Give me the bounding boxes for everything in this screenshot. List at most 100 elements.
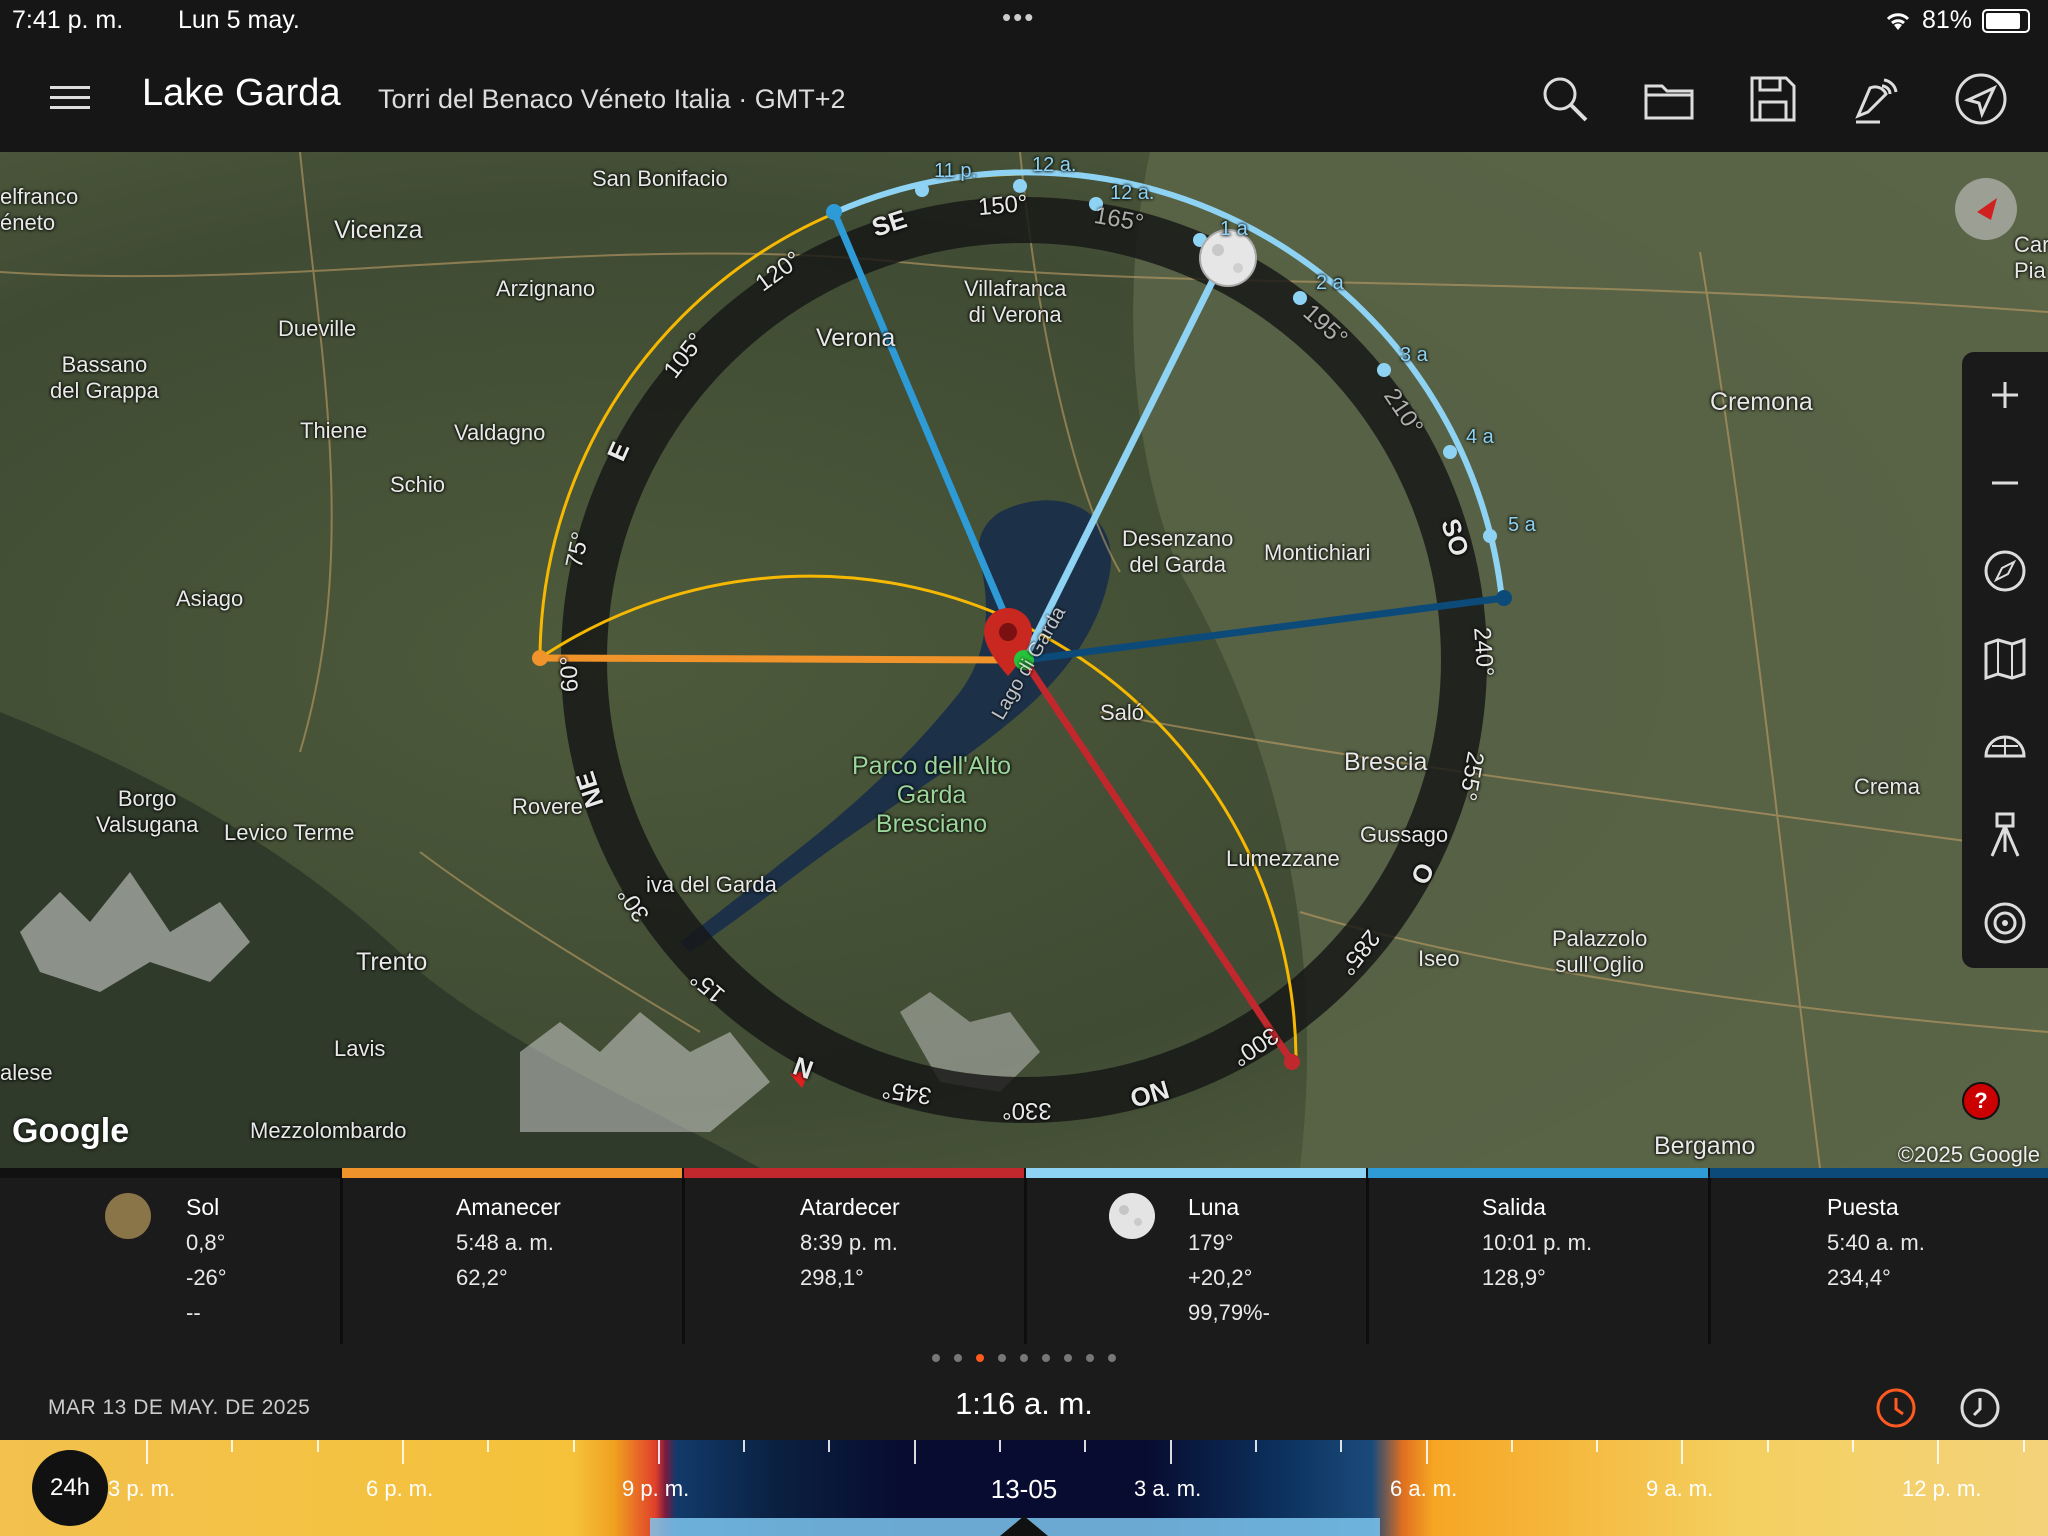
pager-dot[interactable] [1108,1354,1116,1362]
timeline-hour-label: 12 p. m. [1902,1476,1982,1501]
timeline-hour-label: 6 p. m. [366,1476,434,1501]
panel-pager[interactable] [0,1354,2048,1362]
timeline-tick [1766,1440,1769,1452]
info-strip [342,1168,682,1178]
moon-hour-label: 2 a [1316,272,1344,294]
info-value: 179° [1188,1230,1234,1255]
pager-dot[interactable] [1042,1354,1050,1362]
map-label: iva del Garda [646,872,777,897]
timeline-tick [146,1440,148,1464]
map-label: elfranco éneto [0,184,79,235]
info-strip [0,1168,340,1178]
map-label: Saló [1100,700,1145,725]
north-compass-button[interactable] [1955,178,2017,240]
timeline-tick [1254,1440,1257,1452]
info-sunset[interactable]: Atardecer 8:39 p. m. 298,1° [684,1168,1027,1344]
pager-dot[interactable] [1020,1354,1028,1362]
pager-dot[interactable] [1086,1354,1094,1362]
pager-dot[interactable] [998,1354,1006,1362]
moon-hour-label: 5 a [1508,514,1536,536]
battery-icon [1982,8,2030,33]
zoom-in-icon[interactable] [1962,352,2048,438]
help-button[interactable]: ? [1962,1082,2000,1120]
timeline-cursor-icon[interactable] [1000,1516,1048,1536]
timeline-tick [401,1440,404,1464]
status-date: Lun 5 may. [178,6,300,34]
timeline-hour-label: 9 p. m. [622,1476,690,1501]
satellite-map[interactable]: San Bonifacio Vicenza Arzignano Dueville… [0,152,2048,1168]
clock-icon[interactable] [1958,1386,2002,1430]
timeline-tick [231,1440,234,1452]
timeline-tick [2022,1440,2025,1452]
map-label: Trento [356,948,428,976]
pager-dot[interactable] [1064,1354,1072,1362]
target-icon[interactable] [1962,880,2048,966]
moon-hour-label: 3 a [1400,344,1428,366]
app-header: Lake Garda Torri del Benaco Véneto Itali… [0,44,2048,152]
wifi-icon [1886,12,1910,30]
navigate-icon[interactable] [1954,72,2008,126]
info-strip [1368,1168,1708,1178]
moon-icon [1109,1193,1155,1239]
info-moonrise[interactable]: Salida 10:01 p. m. 128,9° [1368,1168,1711,1344]
google-logo: Google [12,1112,130,1150]
multitask-dots[interactable]: ••• [1002,2,1035,33]
timeline-tick [828,1440,831,1452]
map-label: San Bonifacio [592,166,728,191]
info-sunrise[interactable]: Amanecer 5:48 a. m. 62,2° [342,1168,685,1344]
map-label: Montichiari [1264,540,1371,565]
map-label: alese [0,1060,53,1085]
park-label: Parco dell'Alto Garda Bresciano [852,752,1012,838]
globe-grid-icon[interactable] [1962,704,2048,790]
timeline-tick [999,1440,1001,1452]
compass-icon[interactable] [1962,528,2048,614]
moon-hour-label: 12 a. [1110,182,1155,204]
map-label: Valdagno [454,420,546,445]
timeline-tick [1425,1440,1428,1464]
timeline-tick [1169,1440,1172,1464]
map-label: Thiene [300,418,368,443]
search-icon[interactable] [1538,72,1592,126]
info-strip [684,1168,1024,1178]
tripod-icon[interactable] [1962,792,2048,878]
status-time: 7:41 p. m. [12,6,124,34]
map-label: Lumezzane [1226,846,1340,871]
timeline-tick [657,1440,660,1464]
time-slider[interactable]: 24h 13-05 3 p. m. 6 p. m. 9 p. m. 3 a. m… [0,1440,2048,1536]
status-bar: 7:41 p. m. Lun 5 may. ••• 81% [0,0,2048,44]
moon-hour-label: 12 a. [1032,154,1077,176]
zoom-out-icon[interactable] [1962,440,2048,526]
location-title[interactable]: Lake Garda [142,72,341,115]
map-label: Asiago [176,586,244,611]
moon-hour-label: 1 a [1220,218,1248,240]
compass-needle-icon [1977,198,1997,220]
pager-dot[interactable] [976,1354,984,1362]
info-value: -- [186,1300,201,1325]
info-moonset[interactable]: Puesta 5:40 a. m. 234,4° [1710,1168,2048,1344]
info-moon[interactable]: Luna 179° +20,2° 99,79%- [1026,1168,1369,1344]
map-tools-sidebar [1962,352,2048,968]
map-label: Verona [816,324,896,352]
info-value: 298,1° [800,1265,864,1290]
pager-dot[interactable] [954,1354,962,1362]
moon-hour-label: 11 p. [934,160,977,182]
folder-icon[interactable] [1642,72,1696,126]
selected-time[interactable]: 1:16 a. m. [0,1386,2048,1422]
info-value: +20,2° [1188,1265,1253,1290]
info-sun[interactable]: Sol 0,8° -26° -- [0,1168,343,1344]
satellite-icon[interactable] [1850,72,1904,126]
save-icon[interactable] [1746,72,1800,126]
timeline-tick [1937,1440,1940,1464]
hamburger-menu-icon[interactable] [50,84,90,112]
pager-dot[interactable] [932,1354,940,1362]
map-label: Levico Terme [224,820,355,845]
info-strip [1026,1168,1366,1178]
time-reset-icon[interactable] [1874,1386,1918,1430]
info-label: Amanecer [456,1194,561,1220]
timeline-tick [487,1440,490,1452]
map-label: Gussago [1360,822,1449,847]
ephemeris-info-bar: Sol 0,8° -26° -- Amanecer 5:48 a. m. 62,… [0,1168,2048,1348]
info-value: 5:48 a. m. [456,1230,554,1255]
map-icon[interactable] [1962,616,2048,702]
map-label: Crema [1854,774,1921,799]
